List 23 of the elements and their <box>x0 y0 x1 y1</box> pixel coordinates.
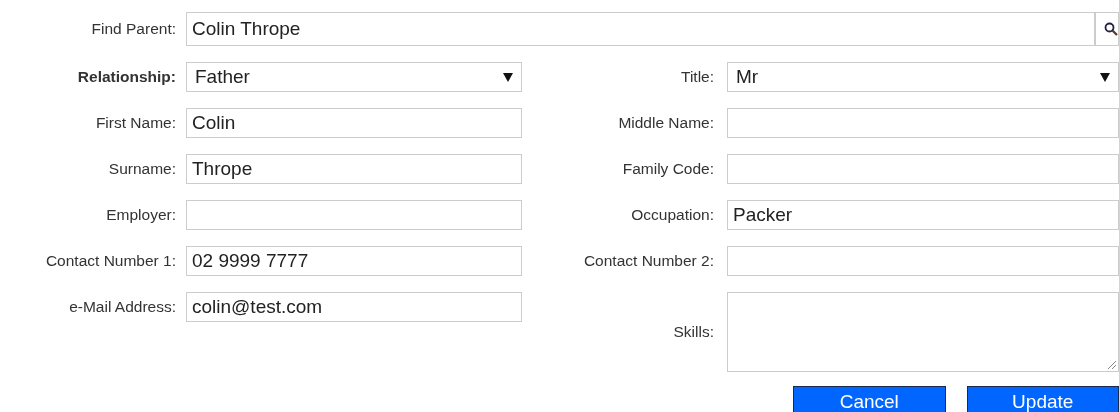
text-field[interactable]: Colin <box>186 108 522 138</box>
field-label: Contact Number 1: <box>45 252 177 270</box>
field-label: Surname: <box>108 160 177 178</box>
field-label: Middle Name: <box>618 114 715 132</box>
field-label: Skills: <box>673 323 715 341</box>
text-field[interactable]: Packer <box>727 200 1119 230</box>
text-field[interactable]: colin@test.com <box>186 292 522 322</box>
dropdown-field[interactable]: Father <box>186 62 522 92</box>
field-label: Employer: <box>106 206 177 224</box>
text-field[interactable]: 02 9999 7777 <box>186 246 522 276</box>
action-button[interactable]: Cancel <box>793 386 946 412</box>
field-label: Find Parent: <box>90 20 177 38</box>
text-field[interactable]: Thrope <box>186 154 522 184</box>
field-label: Occupation: <box>631 206 715 224</box>
field-label: Contact Number 2: <box>583 252 715 270</box>
field-label: Title: <box>681 68 715 86</box>
field-label: Family Code: <box>622 160 715 178</box>
field-label: First Name: <box>95 114 177 132</box>
field-label: Relationship: <box>77 68 177 86</box>
action-button[interactable]: Update <box>966 386 1119 412</box>
dropdown-field[interactable]: Mr <box>727 62 1119 92</box>
field-label: e-Mail Address: <box>69 298 177 316</box>
search-field[interactable]: Colin Thrope <box>186 12 1095 46</box>
